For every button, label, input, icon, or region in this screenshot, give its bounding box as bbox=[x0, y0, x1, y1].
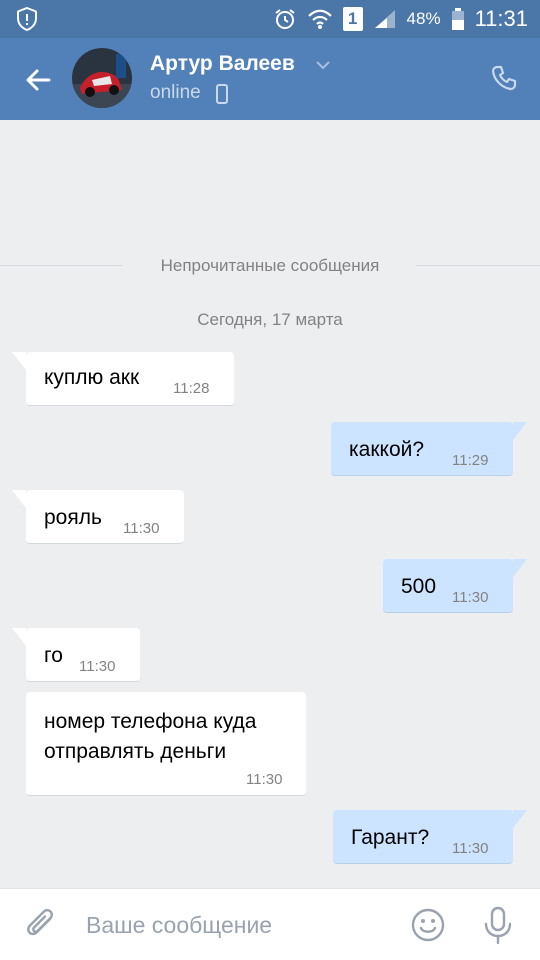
microphone-icon[interactable] bbox=[480, 905, 516, 945]
status-bar: 1 48% 11:31 bbox=[0, 0, 540, 38]
avatar[interactable] bbox=[72, 48, 132, 108]
phone-icon bbox=[491, 65, 517, 91]
contact-status: online bbox=[150, 82, 201, 103]
message-text: го bbox=[44, 644, 63, 667]
message-time: 11:30 bbox=[246, 771, 283, 788]
chevron-down-icon[interactable] bbox=[314, 56, 332, 74]
wifi-icon bbox=[307, 9, 332, 29]
battery-icon bbox=[451, 8, 464, 30]
signal-icon bbox=[374, 10, 395, 28]
unread-separator: Непрочитанные сообщения bbox=[0, 254, 540, 276]
message-time: 11:30 bbox=[452, 840, 489, 857]
message-text-line: отправлять деньги bbox=[44, 740, 227, 763]
message-time: 11:30 bbox=[79, 658, 116, 675]
back-button[interactable] bbox=[18, 60, 58, 100]
sim-icon: 1 bbox=[342, 7, 363, 31]
message-outgoing[interactable]: Гарант? 11:30 bbox=[333, 810, 527, 864]
battery-percent: 48% bbox=[406, 9, 441, 28]
mobile-icon bbox=[216, 84, 228, 104]
paperclip-icon[interactable] bbox=[24, 907, 60, 943]
alarm-icon bbox=[274, 9, 295, 29]
back-arrow-icon bbox=[26, 69, 51, 91]
message-text: рояль bbox=[44, 506, 102, 529]
message-text: Гарант? bbox=[351, 826, 430, 849]
message-outgoing[interactable]: 500 11:30 bbox=[383, 559, 527, 613]
message-time: 11:29 bbox=[452, 452, 489, 469]
chat-header: Артур Валеев online bbox=[0, 38, 540, 120]
message-incoming[interactable]: куплю акк 11:28 bbox=[12, 352, 234, 406]
contact-name[interactable]: Артур Валеев bbox=[150, 52, 295, 76]
compose-bar bbox=[0, 888, 540, 960]
message-incoming[interactable]: го 11:30 bbox=[12, 628, 140, 682]
date-separator: Сегодня, 17 марта bbox=[197, 310, 343, 329]
message-time: 11:30 bbox=[123, 520, 160, 537]
message-list[interactable]: Непрочитанные сообщения Сегодня, 17 март… bbox=[0, 120, 540, 888]
message-incoming[interactable]: номер телефона куда отправлять деньги 11… bbox=[26, 692, 306, 796]
message-time: 11:30 bbox=[452, 589, 489, 606]
message-input[interactable] bbox=[86, 903, 386, 947]
message-outgoing[interactable]: каккой? 11:29 bbox=[331, 422, 527, 476]
message-time: 11:28 bbox=[173, 380, 210, 397]
call-button[interactable] bbox=[488, 62, 520, 94]
emoji-icon[interactable] bbox=[410, 907, 446, 943]
shield-icon bbox=[17, 6, 37, 32]
unread-label: Непрочитанные сообщения bbox=[160, 256, 380, 275]
message-text: 500 bbox=[401, 575, 437, 598]
message-text: каккой? bbox=[349, 438, 425, 461]
clock: 11:31 bbox=[474, 6, 528, 31]
sim-slot-label: 1 bbox=[347, 9, 358, 28]
message-text: куплю акк bbox=[44, 366, 140, 389]
avatar-image bbox=[72, 48, 132, 108]
message-incoming[interactable]: рояль 11:30 bbox=[12, 490, 184, 544]
